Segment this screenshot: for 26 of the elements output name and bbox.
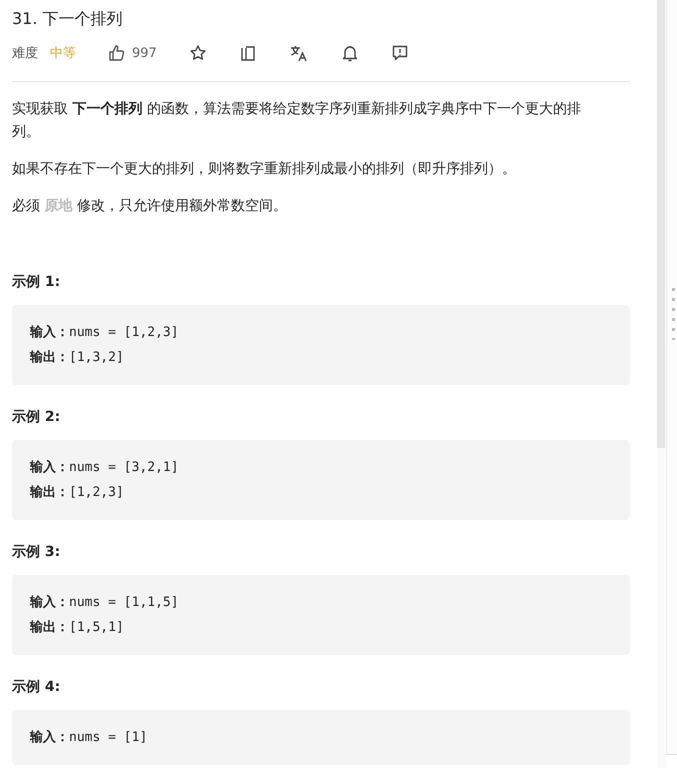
bell-icon[interactable] — [340, 44, 359, 62]
description-paragraph: 实现获取 下一个排列 的函数，算法需要将给定数字序列重新排列成字典序中下一个更大的排列。 — [12, 100, 582, 142]
share-icon[interactable] — [238, 44, 257, 62]
star-icon[interactable] — [188, 44, 207, 62]
drag-handle-icon[interactable] — [672, 288, 675, 340]
code-line: 输入：nums = [1] — [30, 728, 148, 747]
feedback-icon[interactable] — [390, 44, 409, 62]
scrollbar-thumb[interactable] — [657, 0, 665, 448]
code-line: 输入：nums = [3,2,1] — [30, 458, 180, 477]
problem-title: 31. 下一个排列 — [12, 8, 124, 30]
example-title: 示例 1: — [12, 273, 62, 292]
example-title: 示例 3: — [12, 543, 62, 562]
code-line: 输出：[1,2,3] — [30, 484, 125, 502]
translate-icon[interactable] — [288, 44, 309, 62]
difficulty-label: 难度 — [12, 45, 38, 62]
description-paragraph: 必须 原地 修改，只允许使用额外常数空间。 — [12, 197, 288, 216]
description-paragraph: 如果不存在下一个更大的排列，则将数字重新排列成最小的排列（即升序排列）。 — [12, 160, 517, 179]
like-button[interactable]: 997 — [108, 44, 157, 62]
code-line: 输入：nums = [1,2,3] — [30, 324, 180, 342]
example-title: 示例 4: — [12, 678, 62, 697]
thumbs-up-icon — [108, 44, 126, 62]
code-line: 输出：[1,3,2] — [30, 349, 125, 367]
difficulty-value: 中等 — [50, 45, 76, 62]
code-line: 输出：[1,5,1] — [30, 619, 125, 637]
example-title: 示例 2: — [12, 408, 62, 427]
code-line: 输入：nums = [1,1,5] — [30, 594, 180, 612]
